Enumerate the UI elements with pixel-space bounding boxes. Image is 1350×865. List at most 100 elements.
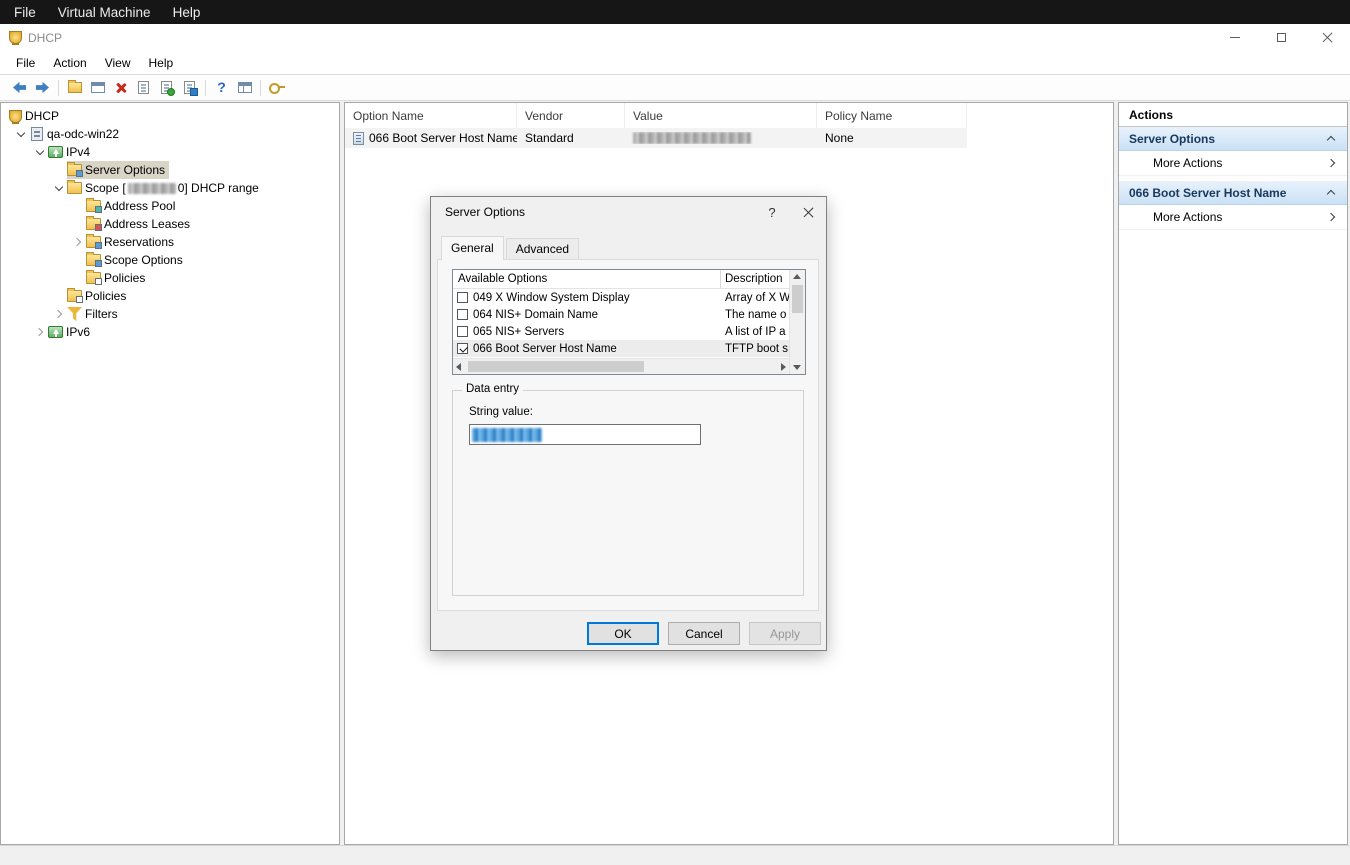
checkbox-065[interactable]: [457, 326, 468, 337]
console-window-icon[interactable]: [86, 77, 109, 98]
dhcp-tools-icon[interactable]: [265, 77, 288, 98]
maximize-button[interactable]: [1258, 24, 1304, 51]
policy-name-cell: None: [817, 131, 967, 145]
tree-item-filters[interactable]: Filters: [1, 305, 339, 323]
column-header-option-name[interactable]: Option Name: [345, 103, 517, 128]
cancel-button[interactable]: Cancel: [668, 622, 740, 645]
submenu-chevron-icon: [1327, 159, 1335, 167]
up-one-level-icon[interactable]: [63, 77, 86, 98]
actions-item-more-actions-1[interactable]: More Actions: [1119, 151, 1347, 176]
properties-icon[interactable]: [132, 77, 155, 98]
checkbox-049[interactable]: [457, 292, 468, 303]
menu-file[interactable]: File: [7, 51, 44, 74]
data-entry-group: Data entry String value:: [452, 390, 804, 596]
column-header-available-options[interactable]: Available Options: [453, 270, 721, 288]
app-menubar: File Action View Help: [0, 51, 1350, 74]
ipv4-icon: [48, 146, 63, 158]
vm-menu-help[interactable]: Help: [162, 0, 212, 24]
refresh-icon[interactable]: [155, 77, 178, 98]
option-row-066[interactable]: 066 Boot Server Host Name TFTP boot s: [453, 340, 789, 357]
tree-item-reservations[interactable]: Reservations: [1, 233, 339, 251]
vertical-scrollbar[interactable]: [789, 270, 805, 374]
delete-icon[interactable]: [109, 77, 132, 98]
tree-item-scope-policies[interactable]: Policies: [1, 269, 339, 287]
menu-help[interactable]: Help: [140, 51, 183, 74]
close-button[interactable]: [1304, 24, 1350, 51]
column-header-description[interactable]: Description: [721, 270, 789, 288]
apply-button[interactable]: Apply: [749, 622, 821, 645]
tab-advanced[interactable]: Advanced: [506, 238, 579, 259]
window-controls: [1212, 24, 1350, 51]
export-list-icon[interactable]: [178, 77, 201, 98]
option-row-049[interactable]: 049 X Window System Display Array of X W: [453, 289, 789, 306]
string-value-input[interactable]: [469, 424, 701, 445]
expand-chevron-icon[interactable]: [32, 324, 48, 340]
menu-action[interactable]: Action: [44, 51, 95, 74]
address-leases-icon: [86, 218, 101, 230]
vertical-scroll-thumb[interactable]: [792, 285, 803, 313]
menu-view[interactable]: View: [96, 51, 140, 74]
tree-item-ipv4-policies[interactable]: Policies: [1, 287, 339, 305]
tree-item-scope-options[interactable]: Scope Options: [1, 251, 339, 269]
ok-button[interactable]: OK: [587, 622, 659, 645]
screen: File Virtual Machine Help DHCP File Acti…: [0, 0, 1350, 865]
list-row-066-boot-server-host-name[interactable]: 066 Boot Server Host Name Standard None: [345, 128, 967, 148]
horizontal-scroll-thumb[interactable]: [468, 361, 644, 372]
show-hide-console-tree-icon[interactable]: [233, 77, 256, 98]
expand-chevron-icon[interactable]: [51, 306, 67, 322]
minimize-button[interactable]: [1212, 24, 1258, 51]
option-row-065[interactable]: 065 NIS+ Servers A list of IP a: [453, 323, 789, 340]
tree-item-ipv6[interactable]: IPv6: [1, 323, 339, 341]
vm-menubar: File Virtual Machine Help: [0, 0, 1350, 24]
actions-section-066-boot-server-host-name[interactable]: 066 Boot Server Host Name: [1119, 181, 1347, 205]
forward-icon[interactable]: [31, 77, 54, 98]
close-icon: [1322, 32, 1333, 43]
tree-item-address-pool[interactable]: Address Pool: [1, 197, 339, 215]
window-title: DHCP: [28, 31, 62, 45]
server-options-icon: [67, 164, 82, 176]
expand-chevron-icon[interactable]: [13, 126, 29, 142]
scroll-right-icon[interactable]: [781, 363, 786, 371]
dialog-help-button[interactable]: ?: [754, 197, 790, 227]
submenu-chevron-icon: [1327, 213, 1335, 221]
scope-options-icon: [86, 254, 101, 266]
scroll-left-icon[interactable]: [456, 363, 461, 371]
back-icon[interactable]: [8, 77, 31, 98]
vm-menu-file[interactable]: File: [0, 0, 47, 24]
dhcp-console-icon: [9, 110, 22, 123]
tree-item-ipv4[interactable]: IPv4: [1, 143, 339, 161]
actions-item-more-actions-2[interactable]: More Actions: [1119, 205, 1347, 230]
collapse-chevron-icon[interactable]: [1327, 190, 1335, 198]
expand-chevron-icon[interactable]: [51, 180, 67, 196]
tree-item-scope[interactable]: Scope [0] DHCP range: [1, 179, 339, 197]
toolbar-separator: [260, 80, 261, 96]
column-header-vendor[interactable]: Vendor: [517, 103, 625, 128]
dialog-close-button[interactable]: [790, 197, 826, 227]
collapse-chevron-icon[interactable]: [1327, 136, 1335, 144]
vm-menu-virtual-machine[interactable]: Virtual Machine: [47, 0, 162, 24]
expand-chevron-icon[interactable]: [32, 144, 48, 160]
data-entry-group-label: Data entry: [462, 383, 523, 395]
checkbox-066[interactable]: [457, 343, 468, 354]
column-header-policy-name[interactable]: Policy Name: [817, 103, 967, 128]
column-header-filler: [967, 103, 1113, 128]
option-row-064[interactable]: 064 NIS+ Domain Name The name o: [453, 306, 789, 323]
horizontal-scrollbar[interactable]: [453, 358, 789, 374]
tab-general[interactable]: General: [441, 236, 504, 260]
expand-chevron-icon[interactable]: [70, 234, 86, 250]
tree-item-dhcp-root[interactable]: DHCP: [1, 107, 339, 125]
tree-item-server-options[interactable]: Server Options: [1, 161, 339, 179]
scroll-up-icon[interactable]: [793, 274, 801, 279]
tree-item-address-leases[interactable]: Address Leases: [1, 215, 339, 233]
tree-item-server-qa-odc-win22[interactable]: qa-odc-win22: [1, 125, 339, 143]
actions-section-server-options[interactable]: Server Options: [1119, 127, 1347, 151]
scroll-down-icon[interactable]: [793, 365, 801, 370]
console-tree-pane: DHCP qa-odc-win22 IPv4 Server Options Sc: [0, 102, 340, 845]
server-icon: [31, 127, 43, 141]
redacted-scope-ip: [128, 183, 176, 194]
checkbox-064[interactable]: [457, 309, 468, 320]
help-icon[interactable]: [210, 77, 233, 98]
column-header-value[interactable]: Value: [625, 103, 817, 128]
address-pool-icon: [86, 200, 101, 212]
maximize-icon: [1277, 33, 1286, 42]
